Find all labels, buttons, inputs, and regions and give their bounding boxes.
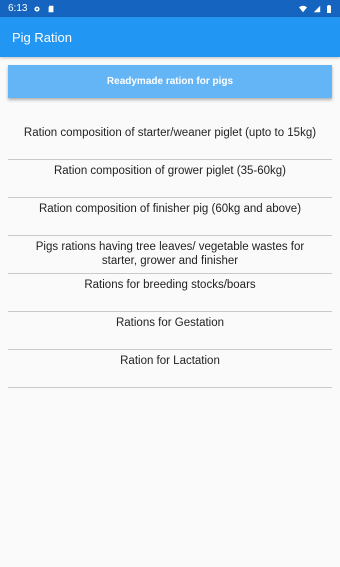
battery-icon (327, 4, 331, 13)
readymade-ration-button[interactable]: Readymade ration for pigs (8, 65, 332, 98)
list-item-label: Ration composition of grower piglet (35-… (53, 165, 287, 177)
list-item-starter-weaner[interactable]: Ration composition of starter/weaner pig… (8, 122, 332, 160)
list-item-finisher[interactable]: Ration composition of finisher pig (60kg… (8, 198, 332, 236)
list-item-gestation[interactable]: Rations for Gestation (8, 312, 332, 350)
status-bar: 6:13 (0, 0, 340, 17)
wifi-icon (299, 5, 307, 12)
app-bar: Pig Ration (0, 17, 340, 57)
list-item-label: Rations for Gestation (115, 317, 225, 329)
list-item-grower[interactable]: Ration composition of grower piglet (35-… (8, 160, 332, 198)
list-item-label: Ration composition of finisher pig (60kg… (38, 203, 302, 215)
status-time: 6:13 (8, 3, 28, 14)
list-item-label: Rations for breeding stocks/boars (84, 279, 256, 291)
sd-card-icon (49, 5, 54, 12)
list-item-lactation[interactable]: Ration for Lactation (8, 350, 332, 388)
list-item-label: Ration for Lactation (120, 355, 220, 367)
ration-list: Ration composition of starter/weaner pig… (8, 122, 332, 388)
signal-icon (313, 5, 321, 12)
app-title: Pig Ration (12, 29, 72, 45)
list-item-label: Ration composition of starter/weaner pig… (23, 127, 317, 139)
list-item-breeding-stocks[interactable]: Rations for breeding stocks/boars (8, 274, 332, 312)
list-item-label: Pigs rations having tree leaves/ vegetab… (35, 241, 305, 267)
settings-icon (34, 5, 41, 12)
list-item-tree-leaves[interactable]: Pigs rations having tree leaves/ vegetab… (8, 236, 332, 274)
